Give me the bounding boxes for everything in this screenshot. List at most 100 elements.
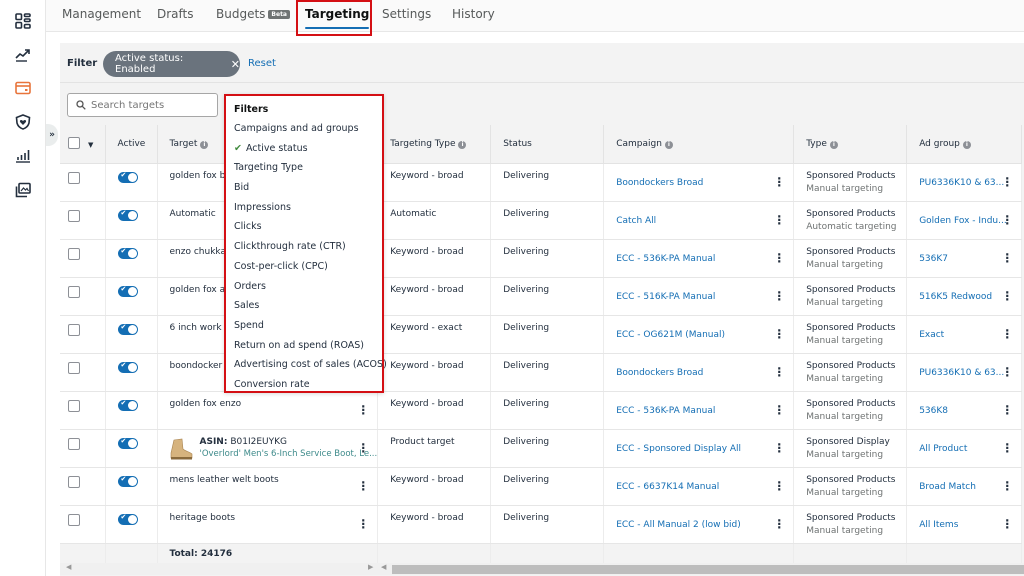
filter-option[interactable]: Cost-per-click (CPC) [234, 257, 382, 277]
more-options-icon[interactable]: ⋮ [1001, 518, 1013, 530]
close-icon[interactable]: ✕ [231, 58, 240, 71]
scroll-right-arrow-icon[interactable]: ▶ [368, 563, 373, 571]
active-toggle[interactable]: ✔ [117, 247, 138, 259]
filter-option[interactable]: ✔ Active status [234, 139, 382, 159]
filter-option[interactable]: Return on ad spend (ROAS) [234, 336, 382, 356]
ad-group-link[interactable]: Exact [919, 330, 944, 340]
table-row[interactable]: ✔Automatic⋮AutomaticDeliveringCatch All⋮… [60, 201, 1023, 240]
info-icon[interactable]: i [962, 140, 971, 149]
campaign-link[interactable]: Boondockers Broad [616, 368, 703, 378]
column-active[interactable]: Active [105, 125, 158, 164]
filter-option[interactable]: Spend [234, 316, 382, 336]
more-options-icon[interactable]: ⋮ [773, 518, 785, 530]
active-toggle[interactable]: ✔ [117, 209, 138, 221]
more-options-icon[interactable]: ⋮ [773, 366, 785, 378]
table-row[interactable]: ✔golden fox arizo⋮Keyword - broadDeliver… [60, 277, 1023, 316]
campaign-link[interactable]: ECC - OG621M (Manual) [616, 330, 725, 340]
table-row[interactable]: ✔6 inch work boo⋮Keyword - exactDeliveri… [60, 315, 1023, 354]
campaign-link[interactable]: ECC - Sponsored Display All [616, 444, 741, 454]
search-box[interactable] [67, 93, 218, 117]
info-icon[interactable]: i [200, 140, 209, 149]
filter-option[interactable]: Targeting Type [234, 158, 382, 178]
active-status-filter-chip[interactable]: Active status: Enabled ✕ [103, 51, 240, 77]
more-options-icon[interactable]: ⋮ [773, 480, 785, 492]
filter-option[interactable]: Advertising cost of sales (ACOS) [234, 355, 387, 375]
ad-group-link[interactable]: PU6336K10 & 63... [919, 368, 1004, 378]
grid-icon[interactable] [13, 11, 33, 31]
ad-group-link[interactable]: PU6336K10 & 63... [919, 178, 1004, 188]
filter-option[interactable]: Clickthrough rate (CTR) [234, 237, 382, 257]
row-checkbox[interactable] [68, 285, 80, 298]
more-options-icon[interactable]: ⋮ [1001, 480, 1013, 492]
column-status[interactable]: Status [490, 125, 605, 164]
active-toggle[interactable]: ✔ [117, 399, 138, 411]
tab-management[interactable]: Management [62, 7, 141, 21]
more-options-icon[interactable]: ⋮ [1001, 366, 1013, 378]
filter-option[interactable]: Orders [234, 277, 382, 297]
product-title-link[interactable]: 'Overlord' Men's 6-Inch Service Boot, Le… [200, 449, 377, 459]
row-checkbox[interactable] [68, 171, 80, 184]
ad-group-link[interactable]: 516K5 Redwood [919, 292, 992, 302]
more-options-icon[interactable]: ⋮ [773, 442, 785, 454]
active-toggle[interactable]: ✔ [117, 437, 138, 449]
search-input[interactable] [91, 99, 211, 111]
column-targeting-type[interactable]: Targeting Type i [377, 125, 492, 164]
row-checkbox[interactable] [68, 361, 80, 374]
tab-history[interactable]: History [452, 7, 495, 21]
row-checkbox[interactable] [68, 247, 80, 260]
info-icon[interactable]: i [829, 140, 838, 149]
shield-icon[interactable] [13, 112, 33, 132]
more-options-icon[interactable]: ⋮ [1001, 290, 1013, 302]
campaign-link[interactable]: ECC - 6637K14 Manual [616, 482, 719, 492]
filter-option[interactable]: Conversion rate [234, 375, 382, 395]
active-toggle[interactable]: ✔ [117, 323, 138, 335]
campaign-link[interactable]: Catch All [616, 216, 656, 226]
more-options-icon[interactable]: ⋮ [773, 214, 785, 226]
expand-sidebar-button[interactable]: » [46, 124, 58, 146]
active-toggle[interactable]: ✔ [117, 171, 138, 183]
more-options-icon[interactable]: ⋮ [773, 328, 785, 340]
table-row[interactable]: ✔boondocker ser⋮Keyword - broadDeliverin… [60, 353, 1023, 392]
gallery-icon[interactable] [13, 180, 33, 200]
bar-chart-icon[interactable] [13, 146, 33, 166]
column-type[interactable]: Type i [793, 125, 908, 164]
ad-group-link[interactable]: Broad Match [919, 482, 976, 492]
more-options-icon[interactable]: ⋮ [1001, 328, 1013, 340]
ad-group-link[interactable]: All Product [919, 444, 967, 454]
column-campaign[interactable]: Campaign i [603, 125, 795, 164]
wallet-icon[interactable] [13, 78, 33, 98]
row-checkbox[interactable] [68, 209, 80, 222]
campaign-link[interactable]: ECC - All Manual 2 (low bid) [616, 520, 741, 530]
row-checkbox[interactable] [68, 437, 80, 450]
table-row[interactable]: ✔ mens leather welt boots ⋮ Keyword - broad… [60, 467, 1023, 506]
active-toggle[interactable]: ✔ [117, 285, 138, 297]
more-options-icon[interactable]: ⋮ [357, 518, 369, 530]
info-icon[interactable]: i [458, 140, 467, 149]
filter-option[interactable]: Bid [234, 178, 382, 198]
row-checkbox[interactable] [68, 513, 80, 526]
row-checkbox[interactable] [68, 323, 80, 336]
campaign-link[interactable]: Boondockers Broad [616, 178, 703, 188]
active-toggle[interactable]: ✔ [117, 475, 138, 487]
table-row[interactable]: ✔ ASIN: B01I2EUYKG 'Overlord' Men's 6-Inch… [60, 429, 1023, 468]
filter-option[interactable]: Campaigns and ad groups [234, 119, 382, 139]
filter-option[interactable]: Impressions [234, 198, 382, 218]
more-options-icon[interactable]: ⋮ [1001, 214, 1013, 226]
more-options-icon[interactable]: ⋮ [1001, 442, 1013, 454]
select-all-checkbox[interactable] [68, 136, 80, 149]
caret-down-icon[interactable]: ▼ [88, 141, 93, 149]
more-options-icon[interactable]: ⋮ [773, 290, 785, 302]
more-options-icon[interactable]: ⋮ [1001, 252, 1013, 264]
scroll-left-arrow-icon[interactable]: ◀ [66, 563, 71, 571]
more-options-icon[interactable]: ⋮ [773, 404, 785, 416]
tab-settings[interactable]: Settings [382, 7, 431, 21]
row-checkbox[interactable] [68, 475, 80, 488]
trend-icon[interactable] [13, 45, 33, 65]
table-row[interactable]: ✔ golden fox enzo ⋮ Keyword - broad Deliveri… [60, 391, 1023, 430]
ad-group-link[interactable]: Golden Fox - Indu... [919, 216, 1007, 226]
horizontal-scrollbar-frozen[interactable] [60, 563, 378, 575]
reset-link[interactable]: Reset [248, 58, 276, 69]
campaign-link[interactable]: ECC - 536K-PA Manual [616, 406, 715, 416]
active-toggle[interactable]: ✔ [117, 513, 138, 525]
row-checkbox[interactable] [68, 399, 80, 412]
